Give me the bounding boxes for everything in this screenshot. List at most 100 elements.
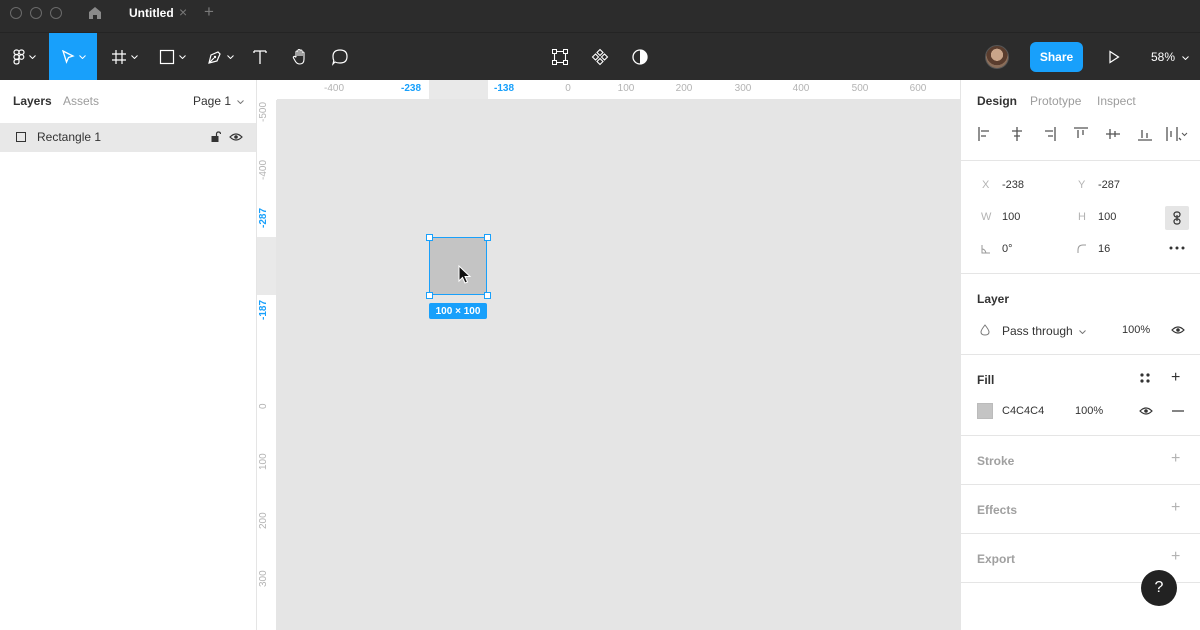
tab-inspect[interactable]: Inspect — [1097, 94, 1136, 108]
more-options-icon[interactable] — [1169, 246, 1185, 250]
comment-tool[interactable] — [328, 33, 352, 81]
help-button[interactable]: ? — [1141, 570, 1177, 606]
ruler-tick-label: 500 — [851, 83, 869, 94]
tab-design[interactable]: Design — [977, 94, 1017, 108]
layer-opacity-input[interactable]: 100% — [1122, 324, 1150, 336]
align-top-icon[interactable] — [1073, 126, 1089, 142]
eye-icon[interactable] — [1139, 406, 1153, 416]
align-right-icon[interactable] — [1041, 126, 1057, 142]
frame-tool[interactable] — [104, 33, 144, 81]
frame-icon — [111, 50, 126, 64]
add-effect-button[interactable]: + — [1171, 500, 1180, 516]
page-selector[interactable]: Page 1 — [193, 94, 245, 108]
file-tab-label: Untitled — [129, 6, 174, 20]
ruler-selection-range — [429, 80, 488, 99]
ruler-tick-label: -187 — [258, 299, 269, 320]
text-tool[interactable] — [248, 33, 272, 81]
add-stroke-button[interactable]: + — [1171, 451, 1180, 467]
constrain-proportions-button[interactable] — [1165, 206, 1189, 230]
rotation-icon — [981, 245, 990, 254]
align-horizontal-center-icon[interactable] — [1009, 126, 1025, 142]
tab-assets[interactable]: Assets — [63, 94, 99, 108]
play-icon — [1109, 50, 1120, 64]
distribute-icon[interactable] — [1165, 126, 1189, 142]
tab-layers[interactable]: Layers — [13, 94, 52, 108]
window-zoom-button[interactable] — [50, 7, 62, 19]
create-component-button[interactable] — [588, 33, 612, 81]
resize-handle-bottom-left[interactable] — [426, 292, 433, 299]
x-input[interactable]: -238 — [1002, 179, 1024, 191]
divider — [961, 533, 1200, 534]
height-input[interactable]: 100 — [1098, 211, 1116, 223]
zoom-control[interactable]: 58% — [1151, 50, 1190, 64]
figma-logo-icon — [12, 49, 25, 65]
hand-tool[interactable] — [288, 33, 312, 81]
blend-mode-select[interactable]: Pass through — [1002, 324, 1086, 338]
ruler-tick-label: 200 — [675, 83, 693, 94]
align-vertical-center-icon[interactable] — [1105, 126, 1121, 142]
blend-mode-icon — [980, 324, 990, 336]
divider — [961, 435, 1200, 436]
pen-tool[interactable] — [200, 33, 240, 81]
width-input[interactable]: 100 — [1002, 211, 1020, 223]
eye-icon[interactable] — [229, 132, 243, 142]
avatar[interactable] — [985, 45, 1009, 69]
eye-icon[interactable] — [1171, 325, 1185, 335]
layer-row-rectangle-1[interactable]: Rectangle 1 — [0, 123, 256, 152]
ruler-tick-label: 300 — [258, 570, 269, 587]
stroke-section-title: Stroke — [977, 454, 1015, 468]
vertical-ruler: -500 -400 -287 -187 0 100 200 300 — [257, 100, 277, 630]
resize-handle-bottom-right[interactable] — [484, 292, 491, 299]
shape-tool[interactable] — [152, 33, 192, 81]
fill-hex-input[interactable]: C4C4C4 — [1002, 405, 1044, 417]
mask-button[interactable] — [628, 33, 652, 81]
remove-fill-icon[interactable] — [1172, 410, 1184, 412]
text-icon — [253, 50, 267, 64]
unlock-icon[interactable] — [211, 131, 221, 143]
chevron-down-icon — [178, 55, 186, 59]
design-panel: Design Prototype Inspect X -238 Y -287 W… — [960, 80, 1200, 630]
corner-radius-input[interactable]: 16 — [1098, 243, 1110, 255]
window-close-button[interactable] — [10, 7, 22, 19]
edit-object-button[interactable] — [548, 33, 572, 81]
vector-edit-icon — [552, 49, 568, 65]
ruler-tick-label: 400 — [792, 83, 810, 94]
mouse-cursor-icon — [458, 265, 472, 284]
blend-mode-label: Pass through — [1002, 324, 1073, 338]
chevron-down-icon — [237, 99, 245, 105]
tab-prototype[interactable]: Prototype — [1030, 94, 1081, 108]
fill-section-title: Fill — [977, 373, 995, 387]
home-icon[interactable] — [86, 4, 104, 22]
divider — [961, 484, 1200, 485]
present-button[interactable] — [1104, 33, 1124, 81]
fill-opacity-input[interactable]: 100% — [1075, 405, 1103, 417]
chevron-down-icon — [78, 55, 86, 59]
main-menu-button[interactable] — [6, 33, 42, 81]
window-minimize-button[interactable] — [30, 7, 42, 19]
ruler-corner — [257, 80, 277, 100]
ruler-tick-label: -287 — [258, 207, 269, 228]
resize-handle-top-left[interactable] — [426, 234, 433, 241]
chevron-down-icon — [1079, 329, 1086, 335]
y-input[interactable]: -287 — [1098, 179, 1120, 191]
align-bottom-icon[interactable] — [1137, 126, 1153, 142]
add-fill-button[interactable]: + — [1171, 370, 1180, 386]
close-icon[interactable]: × — [179, 4, 187, 20]
align-left-icon[interactable] — [977, 126, 993, 142]
rotation-input[interactable]: 0° — [1002, 243, 1013, 255]
fill-color-swatch[interactable] — [977, 403, 993, 419]
divider — [961, 354, 1200, 355]
layers-panel: Layers Assets Page 1 Rectangle 1 — [0, 80, 257, 630]
move-tool[interactable] — [49, 33, 97, 81]
resize-handle-top-right[interactable] — [484, 234, 491, 241]
canvas[interactable]: 100 × 100 — [277, 100, 960, 630]
add-export-button[interactable]: + — [1171, 549, 1180, 565]
ruler-tick-label: -238 — [400, 83, 422, 94]
file-tab[interactable]: Untitled × — [114, 0, 198, 26]
export-section-title: Export — [977, 552, 1016, 566]
ruler-tick-label: 200 — [258, 512, 269, 529]
new-tab-button[interactable]: + — [204, 3, 214, 21]
style-grid-icon[interactable] — [1139, 372, 1151, 384]
ruler-tick-label: 300 — [734, 83, 752, 94]
share-button[interactable]: Share — [1030, 42, 1083, 72]
